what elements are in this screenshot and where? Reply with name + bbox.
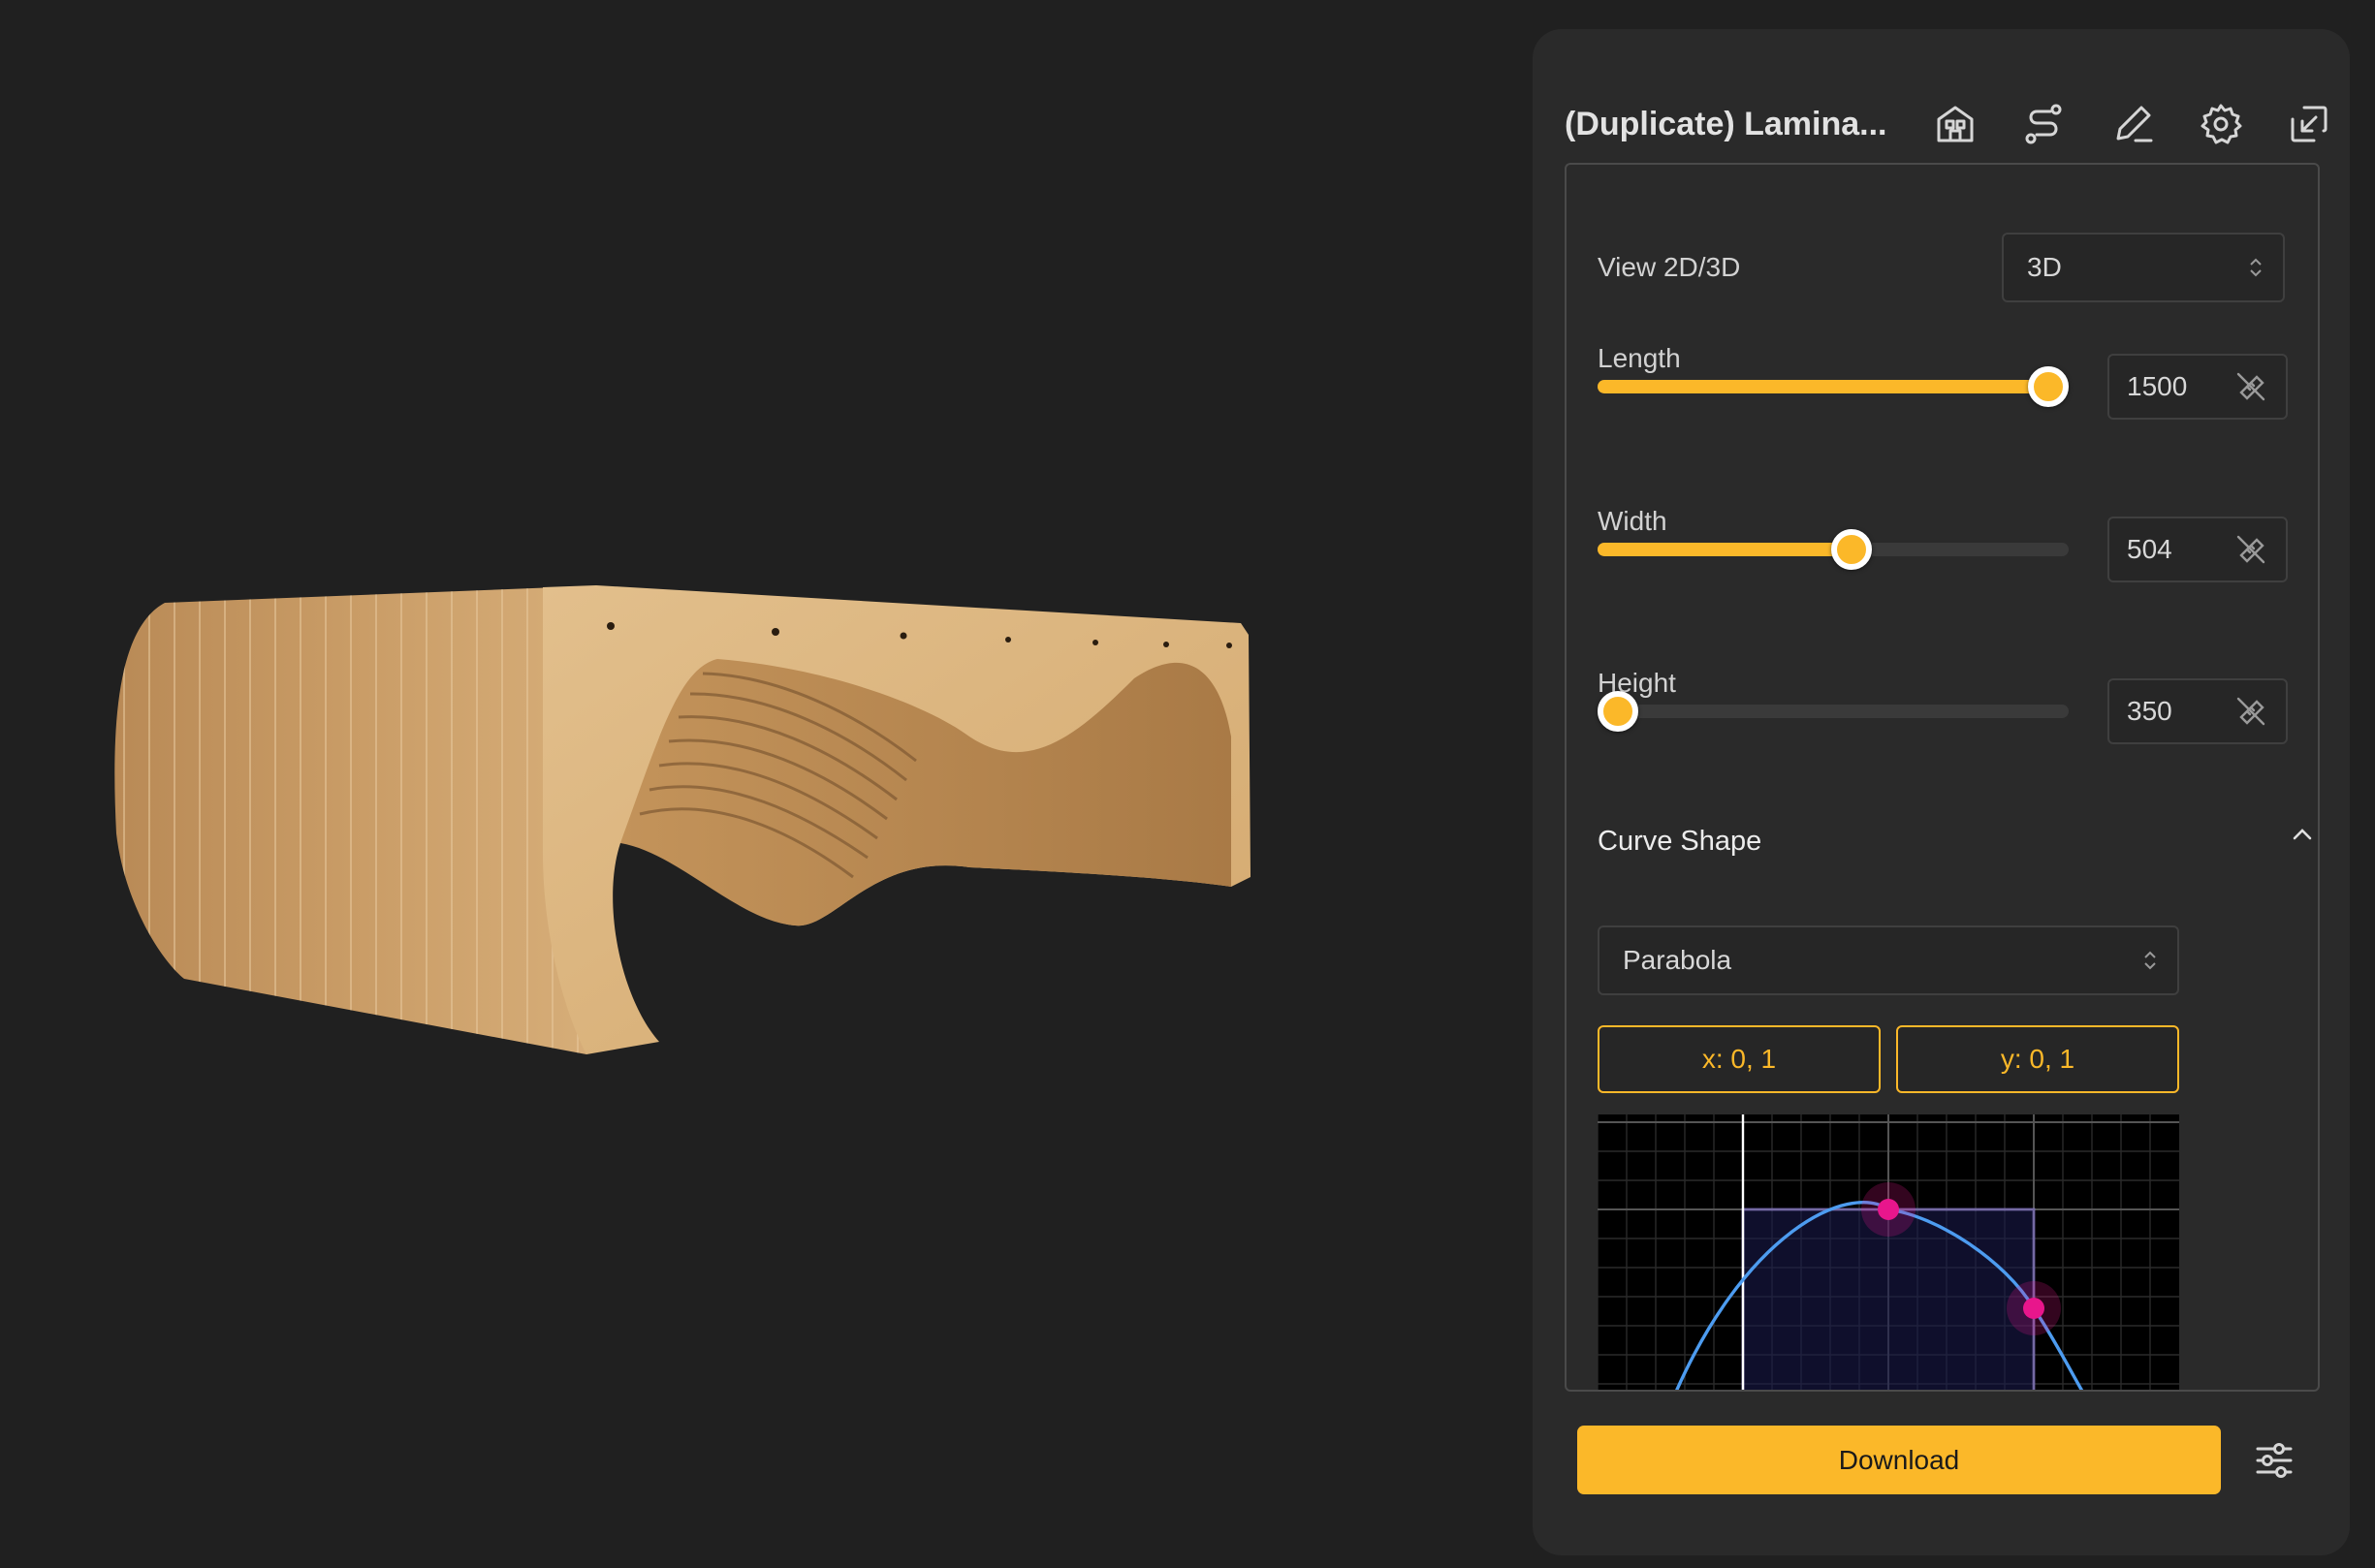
curve-editor-graph [1597,1114,2179,1390]
laminated-bench-model [114,585,1251,1054]
view-mode-select[interactable]: 3D [2002,233,2285,302]
sliders-settings-button[interactable] [2250,1436,2298,1485]
width-value: 504 [2127,534,2172,564]
ruler-off-icon[interactable] [2235,696,2266,727]
panel-header: (Duplicate) Lamina... [1565,85,2330,163]
chevron-updown-icon [2250,258,2262,277]
sliders-icon [2256,1443,2293,1478]
curve-shape-select[interactable]: Parabola [1598,925,2179,995]
chevron-up-icon [2293,829,2312,840]
height-slider[interactable] [1598,691,2069,732]
length-input[interactable]: 1500 [2107,354,2288,420]
configuration-panel: (Duplicate) Lamina... View 2D/3D 3D Leng… [1533,29,2350,1555]
building-icon[interactable] [1928,85,1982,163]
chevron-updown-icon [2144,951,2156,970]
width-slider[interactable] [1598,529,2069,570]
view-mode-label: View 2D/3D [1598,252,1741,282]
length-label: Length [1598,343,1681,373]
ruler-off-icon[interactable] [2235,371,2266,402]
control-point-apex [1878,1199,1899,1220]
width-slider-fill [1598,543,1852,556]
curve-section-toggle[interactable] [2289,821,2316,853]
collapse-window-icon[interactable] [2282,85,2336,163]
curve-shape-value: Parabola [1623,945,1732,975]
length-value: 1500 [2127,371,2188,401]
height-value: 350 [2127,696,2172,726]
height-input[interactable]: 350 [2107,678,2288,744]
width-input[interactable]: 504 [2107,517,2288,582]
download-button[interactable]: Download [1577,1426,2221,1494]
controls-container: View 2D/3D 3D Length 1500 Width 504 Heig… [1565,163,2320,1392]
length-slider-fill [1598,380,2068,393]
3d-viewport[interactable] [0,0,1512,1568]
x-range-button[interactable]: x: 0, 1 [1598,1025,1881,1093]
curve-editor-canvas[interactable] [1597,1114,2179,1390]
height-slider-thumb[interactable] [1598,691,1638,732]
route-icon[interactable] [2016,85,2071,163]
length-slider-thumb[interactable] [2028,366,2069,407]
control-point-end [2023,1298,2044,1319]
ruler-off-icon[interactable] [2235,534,2266,565]
edit-pencil-icon[interactable] [2106,85,2160,163]
project-title: (Duplicate) Lamina... [1565,105,1887,142]
view-mode-value: 3D [2027,252,2062,282]
curve-shape-title: Curve Shape [1598,826,1762,857]
gear-icon[interactable] [2194,85,2248,163]
width-slider-thumb[interactable] [1831,529,1873,570]
y-range-button[interactable]: y: 0, 1 [1896,1025,2179,1093]
length-slider[interactable] [1598,366,2069,407]
width-label: Width [1598,506,1667,536]
